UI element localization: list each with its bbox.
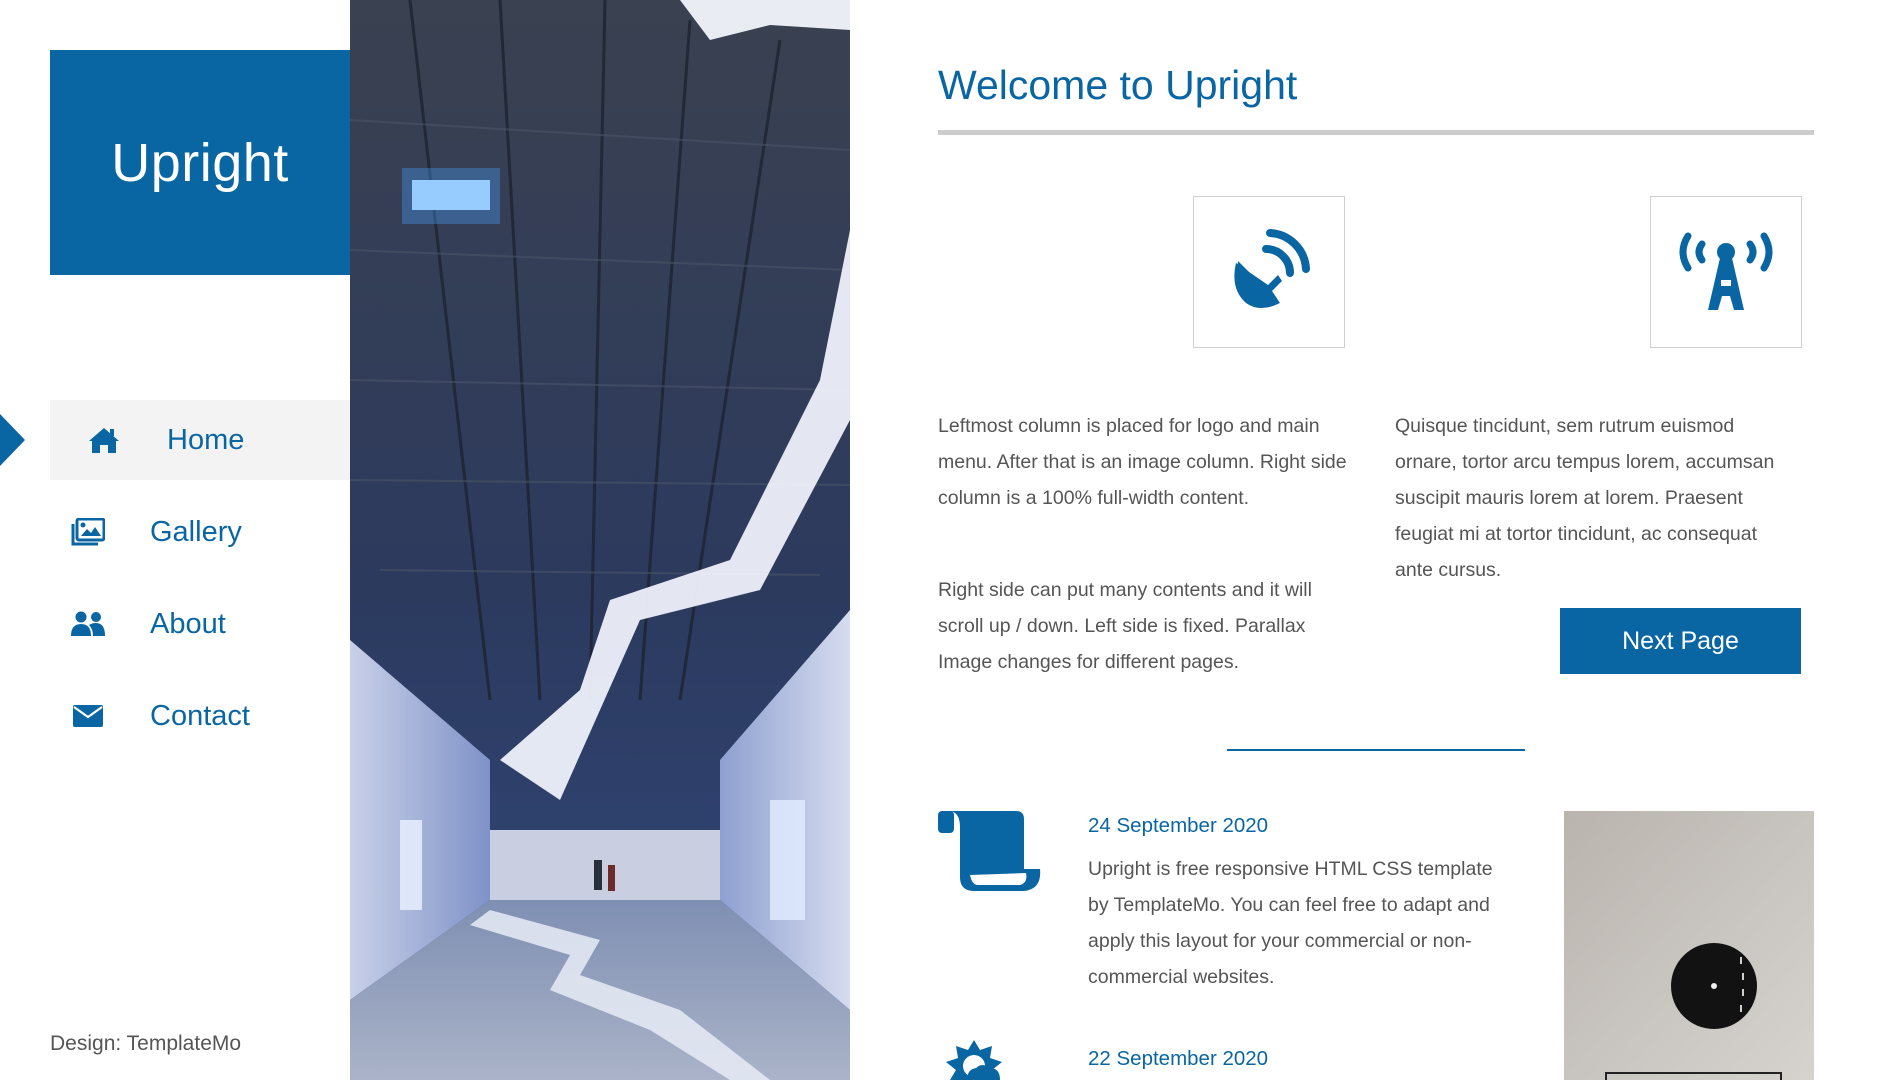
envelope-icon bbox=[70, 698, 106, 734]
main-menu: Home Gallery About Contact bbox=[0, 400, 350, 768]
nav-item-gallery[interactable]: Gallery bbox=[50, 492, 350, 572]
post-date: 22 September 2020 bbox=[1088, 1047, 1269, 1070]
sun-cloud-icon bbox=[938, 1040, 1010, 1080]
home-icon bbox=[86, 422, 122, 458]
intro-paragraph: Leftmost column is placed for logo and m… bbox=[938, 415, 1347, 509]
hero-image bbox=[350, 0, 850, 1080]
broadcast-tower-icon bbox=[1674, 228, 1778, 317]
users-icon bbox=[70, 606, 106, 642]
page-title: Welcome to Upright bbox=[938, 62, 1298, 108]
next-page-button[interactable]: Next Page bbox=[1560, 608, 1801, 674]
design-credit: Design: TemplateMo bbox=[50, 1032, 242, 1055]
nav-item-contact[interactable]: Contact bbox=[50, 676, 350, 756]
nav-item-home[interactable]: Home bbox=[0, 400, 350, 480]
images-icon bbox=[70, 514, 106, 550]
sidebar: Upright Home Gallery About Contact Desig… bbox=[0, 0, 350, 1080]
feature-box-satellite bbox=[1193, 196, 1345, 348]
title-divider bbox=[938, 130, 1814, 135]
section-divider bbox=[1227, 749, 1525, 751]
nav-item-label: Gallery bbox=[150, 515, 242, 548]
post-text: Upright is free responsive HTML CSS temp… bbox=[1088, 858, 1493, 988]
intro-paragraph-2: Right side can put many contents and it … bbox=[938, 579, 1312, 673]
nav-item-label: Home bbox=[167, 423, 245, 456]
logo-text: Upright bbox=[111, 132, 289, 193]
nav-item-about[interactable]: About bbox=[50, 584, 350, 664]
nav-item-label: About bbox=[150, 607, 226, 640]
feature-paragraph: Quisque tincidunt, sem rutrum euismod or… bbox=[1395, 415, 1775, 581]
feature-box-tower bbox=[1650, 196, 1802, 348]
scroll-icon bbox=[938, 811, 1042, 898]
main-content: Welcome to Upright Leftmost column is pl… bbox=[938, 0, 1814, 1080]
active-indicator bbox=[0, 414, 25, 466]
post-date: 24 September 2020 bbox=[1088, 814, 1269, 837]
post-thumbnail bbox=[1564, 811, 1814, 1080]
satellite-dish-icon bbox=[1226, 227, 1312, 318]
nav-item-label: Contact bbox=[150, 699, 250, 732]
logo[interactable]: Upright bbox=[50, 50, 350, 275]
